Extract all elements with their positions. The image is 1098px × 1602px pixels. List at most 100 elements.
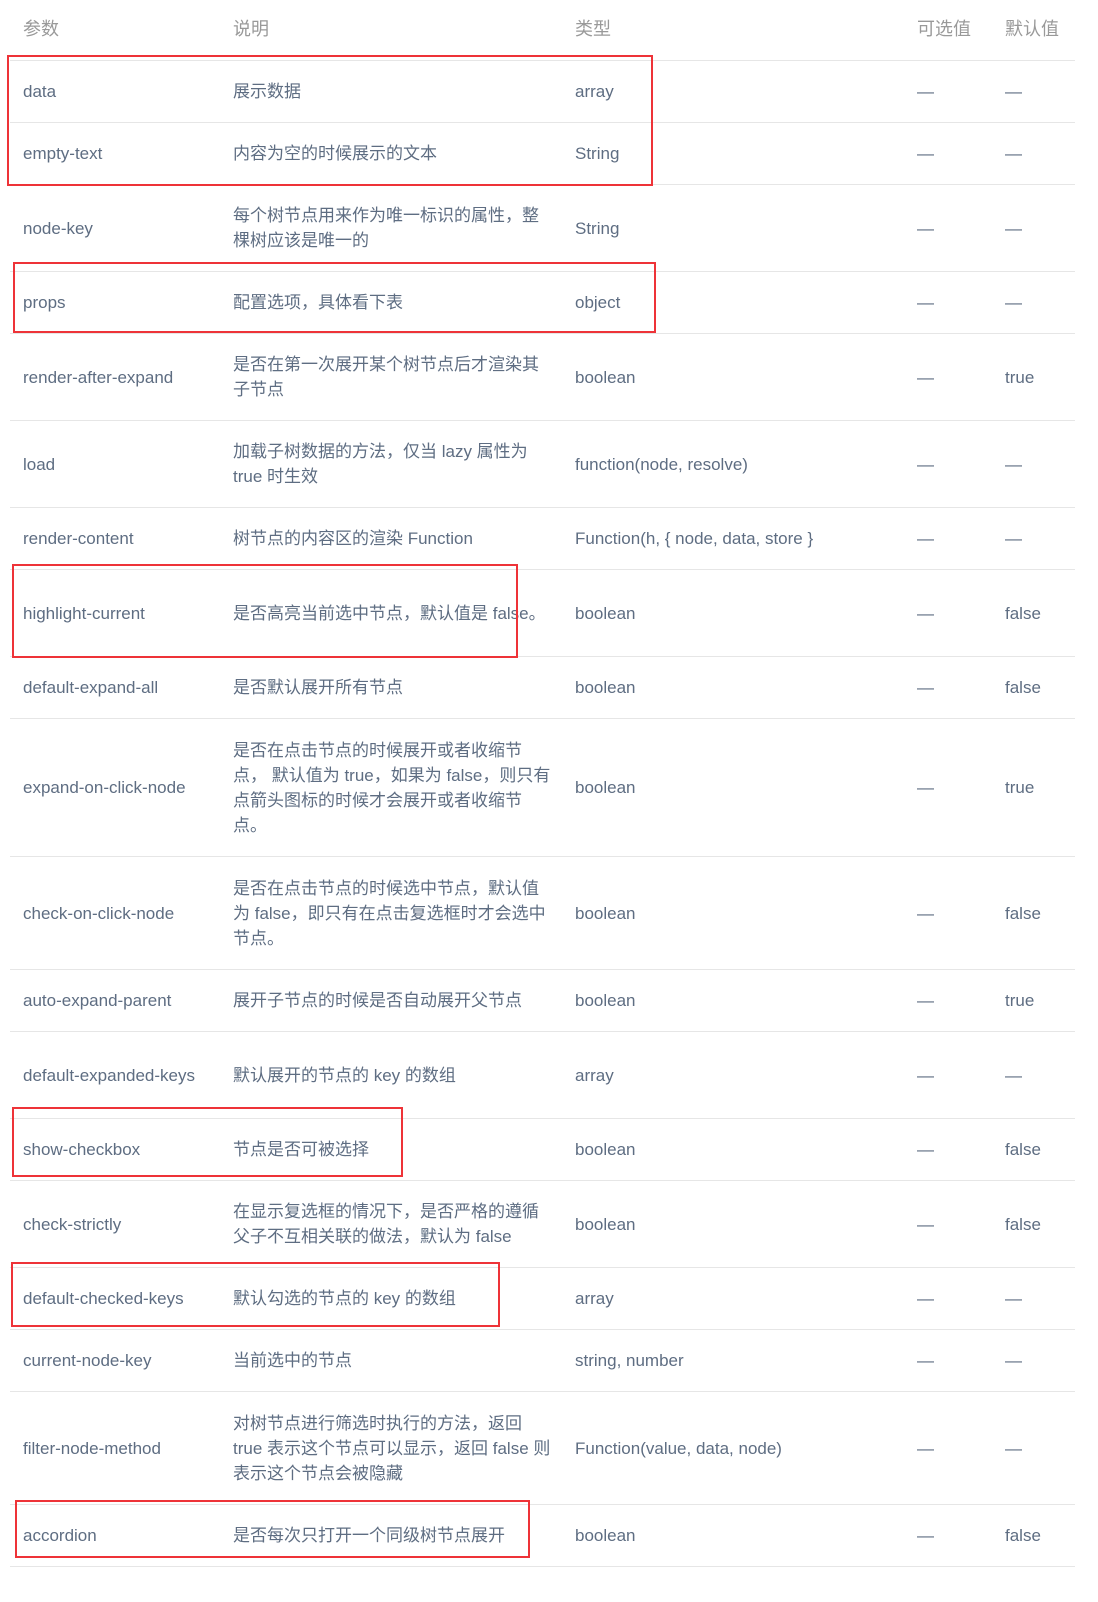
default-cell: true [1005, 778, 1035, 797]
options-cell: — [917, 454, 934, 474]
description-cell: 是否默认展开所有节点 [233, 678, 403, 697]
description-cell: 内容为空的时候展示的文本 [233, 144, 437, 163]
table-row: render-content 树节点的内容区的渲染 Function Functio… [10, 508, 1075, 570]
options-cell: — [917, 1526, 934, 1545]
default-cell: false [1005, 1526, 1041, 1545]
header-description: 说明 [233, 19, 269, 39]
param-cell: props [23, 293, 66, 312]
default-cell: — [1005, 529, 1022, 548]
default-cell: false [1005, 603, 1041, 623]
description-cell: 每个树节点用来作为唯一标识的属性，整棵树应该是唯一的 [233, 206, 539, 250]
default-cell: — [1005, 1438, 1022, 1458]
table-row: empty-text 内容为空的时候展示的文本 String — — [10, 123, 1075, 185]
table-row: show-checkbox 节点是否可被选择 boolean — false [10, 1119, 1075, 1181]
param-cell: current-node-key [23, 1351, 152, 1370]
default-cell: — [1005, 454, 1022, 474]
table-row: default-expand-all 是否默认展开所有节点 boolean — fals… [10, 657, 1075, 719]
header-type: 类型 [575, 19, 611, 39]
type-cell: Function(h, { node, data, store } [575, 529, 814, 548]
default-cell: — [1005, 1289, 1022, 1308]
description-cell: 配置选项，具体看下表 [233, 293, 403, 312]
options-cell: — [917, 144, 934, 163]
options-cell: — [917, 529, 934, 548]
description-cell: 是否在点击节点的时候选中节点，默认值为 false，即只有在点击复选框时才会选中… [233, 878, 546, 948]
type-cell: boolean [575, 991, 636, 1010]
table-row: data 展示数据 array — — [10, 61, 1075, 123]
default-cell: true [1005, 991, 1035, 1010]
param-cell: render-content [23, 529, 134, 548]
options-cell: — [917, 1438, 934, 1458]
type-cell: function(node, resolve) [575, 454, 748, 474]
param-cell: default-expanded-keys [23, 1065, 196, 1085]
param-cell: render-after-expand [23, 367, 174, 387]
description-cell: 是否高亮当前选中节点，默认值是 false。 [233, 603, 546, 623]
options-cell: — [917, 367, 934, 387]
default-cell: — [1005, 218, 1022, 238]
type-cell: boolean [575, 603, 636, 623]
description-cell: 是否在点击节点的时候展开或者收缩节点， 默认值为 true，如果为 false，… [233, 740, 551, 835]
table-row: render-after-expand 是否在第一次展开某个树节点后才渲染其子节点… [10, 334, 1075, 421]
default-cell: false [1005, 1140, 1041, 1159]
table-row: default-expanded-keys 默认展开的节点的 key 的数组 arr… [10, 1032, 1075, 1119]
param-cell: data [23, 82, 57, 101]
default-cell: — [1005, 1351, 1022, 1370]
param-cell: auto-expand-parent [23, 991, 172, 1010]
param-cell: accordion [23, 1526, 97, 1545]
param-cell: show-checkbox [23, 1140, 141, 1159]
table-row: default-checked-keys 默认勾选的节点的 key 的数组 arra… [10, 1268, 1075, 1330]
options-cell: — [917, 293, 934, 312]
options-cell: — [917, 1140, 934, 1159]
api-attributes-table: 参数 说明 类型 可选值 默认值 data 展示数据 array — — empty-te… [10, 0, 1075, 1567]
type-cell: boolean [575, 778, 636, 797]
param-cell: load [23, 454, 56, 474]
type-cell: boolean [575, 903, 636, 923]
param-cell: check-strictly [23, 1214, 122, 1234]
param-cell: node-key [23, 218, 93, 238]
description-cell: 展示数据 [233, 82, 301, 101]
table-row: check-on-click-node 是否在点击节点的时候选中节点，默认值为 f… [10, 857, 1075, 970]
type-cell: string, number [575, 1351, 684, 1370]
type-cell: array [575, 1065, 614, 1085]
type-cell: boolean [575, 367, 636, 387]
type-cell: String [575, 144, 620, 163]
table-row: current-node-key 当前选中的节点 string, number — — [10, 1330, 1075, 1392]
table-row: load 加载子树数据的方法，仅当 lazy 属性为true 时生效 functio… [10, 421, 1075, 508]
table-header-row: 参数 说明 类型 可选值 默认值 [10, 0, 1075, 61]
default-cell: — [1005, 82, 1022, 101]
options-cell: — [917, 903, 934, 923]
table-row: auto-expand-parent 展开子节点的时候是否自动展开父节点 boole… [10, 970, 1075, 1032]
options-cell: — [917, 1289, 934, 1308]
description-cell: 默认勾选的节点的 key 的数组 [233, 1289, 456, 1308]
param-cell: check-on-click-node [23, 903, 175, 923]
type-cell: Function(value, data, node) [575, 1438, 782, 1458]
param-cell: filter-node-method [23, 1438, 161, 1458]
options-cell: — [917, 218, 934, 238]
default-cell: false [1005, 1214, 1041, 1234]
type-cell: object [575, 293, 621, 312]
description-cell: 在显示复选框的情况下，是否严格的遵循父子不互相关联的做法，默认为 false [233, 1202, 539, 1246]
type-cell: boolean [575, 1214, 636, 1234]
table-row: check-strictly 在显示复选框的情况下，是否严格的遵循父子不互相关联的… [10, 1181, 1075, 1268]
default-cell: false [1005, 903, 1041, 923]
type-cell: array [575, 1289, 614, 1308]
description-cell: 对树节点进行筛选时执行的方法，返回 true 表示这个节点可以显示，返回 fal… [233, 1413, 551, 1483]
default-cell: — [1005, 144, 1022, 163]
param-cell: default-checked-keys [23, 1289, 184, 1308]
param-cell: expand-on-click-node [23, 778, 186, 797]
header-default: 默认值 [1005, 19, 1059, 39]
table-body: data 展示数据 array — — empty-text 内容为空的时候展示的文本 Str… [10, 61, 1075, 1567]
options-cell: — [917, 82, 934, 101]
default-cell: true [1005, 367, 1035, 387]
type-cell: boolean [575, 1140, 636, 1159]
type-cell: boolean [575, 678, 636, 697]
options-cell: — [917, 991, 934, 1010]
description-cell: 当前选中的节点 [233, 1351, 352, 1370]
param-cell: empty-text [23, 144, 103, 163]
options-cell: — [917, 778, 934, 797]
description-cell: 树节点的内容区的渲染 Function [233, 529, 473, 548]
table-row: props 配置选项，具体看下表 object — — [10, 272, 1075, 334]
options-cell: — [917, 678, 934, 697]
header-param: 参数 [23, 19, 59, 39]
type-cell: array [575, 82, 614, 101]
table-row: node-key 每个树节点用来作为唯一标识的属性，整棵树应该是唯一的 String… [10, 185, 1075, 272]
